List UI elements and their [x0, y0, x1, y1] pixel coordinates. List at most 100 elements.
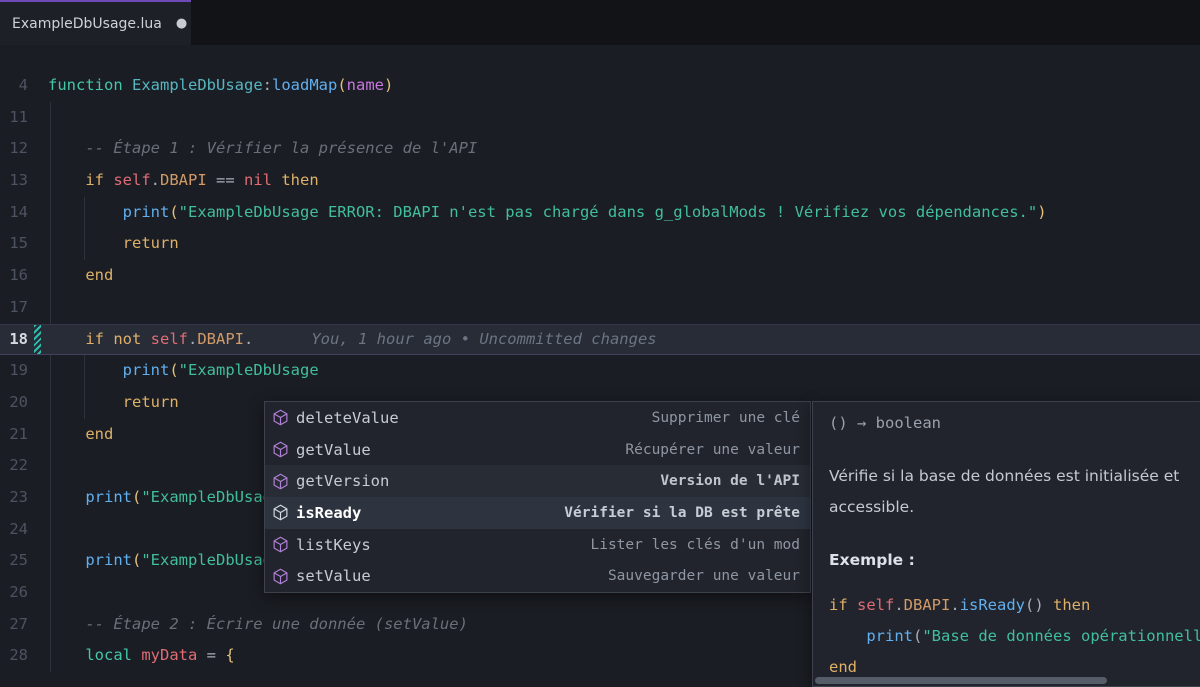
- indent-guide: [50, 482, 51, 514]
- suggestion-detail: Supprimer une clé: [652, 410, 800, 426]
- line-number[interactable]: 21: [0, 419, 28, 451]
- line-number[interactable]: 26: [0, 577, 28, 609]
- code-line-15[interactable]: 15 return: [0, 228, 1200, 260]
- code-line-16[interactable]: 16 end: [0, 260, 1200, 292]
- line-number[interactable]: 25: [0, 545, 28, 577]
- line-number[interactable]: 22: [0, 450, 28, 482]
- suggest-item-listKeys[interactable]: listKeysLister les clés d'un mod: [265, 529, 810, 561]
- suggestion-detail: Vérifier si la DB est prête: [564, 505, 800, 521]
- code-token: [48, 139, 85, 157]
- tab-bar: ExampleDbUsage.lua ●: [0, 0, 1200, 45]
- code-token: myData: [141, 646, 197, 664]
- line-number[interactable]: 16: [0, 260, 28, 292]
- code-token: nil: [244, 171, 272, 189]
- indent-guide: [50, 419, 51, 451]
- code-token: [48, 234, 123, 252]
- example-code-block: if self.DBAPI.isReady() then print("Base…: [829, 590, 1184, 683]
- suggest-item-getValue[interactable]: getValueRécupérer une valeur: [265, 434, 810, 466]
- description-line: Vérifie si la base de données est initia…: [829, 461, 1184, 492]
- suggest-item-deleteValue[interactable]: deleteValueSupprimer une clé: [265, 402, 810, 434]
- line-number[interactable]: 24: [0, 514, 28, 546]
- indent-guide: [50, 545, 51, 577]
- code-token: [829, 627, 866, 645]
- indent-guide: [84, 228, 85, 260]
- code-token: ==: [207, 171, 244, 189]
- code-token: (: [132, 551, 141, 569]
- modified-dot-icon[interactable]: ●: [176, 16, 187, 31]
- code-token: loadMap: [272, 76, 337, 94]
- code-token: "ExampleDbUsage ERROR: DBAPI n'est pas c…: [179, 203, 1038, 221]
- line-number[interactable]: 20: [0, 387, 28, 419]
- method-icon: [272, 473, 289, 490]
- indent-guide: [50, 102, 51, 134]
- code-token: not: [113, 330, 150, 348]
- code-token: if: [85, 330, 113, 348]
- code-token: (): [1025, 596, 1044, 614]
- suggest-item-setValue[interactable]: setValueSauvegarder une valeur: [265, 560, 810, 592]
- code-token: end: [85, 425, 113, 443]
- code-token: =: [197, 646, 225, 664]
- code-line-11[interactable]: 11: [0, 102, 1200, 134]
- line-number[interactable]: 19: [0, 355, 28, 387]
- code-line-19[interactable]: 19 print("ExampleDbUsage: [0, 355, 1200, 387]
- code-token: ): [1037, 203, 1046, 221]
- line-number[interactable]: 23: [0, 482, 28, 514]
- code-line-12[interactable]: 12 -- Étape 1 : Vérifier la présence de …: [0, 133, 1200, 165]
- suggest-item-isReady[interactable]: isReadyVérifier si la DB est prête: [265, 497, 810, 529]
- indent-guide: [50, 514, 51, 546]
- code-line-13[interactable]: 13 if self.DBAPI == nil then: [0, 165, 1200, 197]
- code-token: return: [123, 393, 179, 411]
- line-number[interactable]: 12: [0, 133, 28, 165]
- code-token: (: [169, 203, 178, 221]
- indent-guide: [50, 165, 51, 197]
- code-token: .: [151, 171, 160, 189]
- code-token: self: [113, 171, 150, 189]
- line-number[interactable]: 14: [0, 197, 28, 229]
- suggestion-detail: Lister les clés d'un mod: [590, 537, 800, 553]
- code-token: DBAPI: [160, 171, 207, 189]
- line-number[interactable]: 13: [0, 165, 28, 197]
- code-token: print: [866, 627, 913, 645]
- line-number[interactable]: 4: [0, 70, 28, 102]
- code-token: [48, 203, 123, 221]
- indent-guide: [50, 228, 51, 260]
- code-token: .: [244, 330, 253, 348]
- suggest-item-getVersion[interactable]: getVersionVersion de l'API: [265, 465, 810, 497]
- code-line-14[interactable]: 14 print("ExampleDbUsage ERROR: DBAPI n'…: [0, 197, 1200, 229]
- indent-guide: [84, 387, 85, 419]
- code-line-18[interactable]: 18 if not self.DBAPI.You, 1 hour ago • U…: [0, 324, 1200, 356]
- indent-guide: [84, 355, 85, 387]
- code-token: [48, 646, 85, 664]
- line-number[interactable]: 17: [0, 292, 28, 324]
- code-token: "ExampleDbUsage: [179, 361, 319, 379]
- line-number[interactable]: 11: [0, 102, 28, 134]
- autocomplete-popup: deleteValueSupprimer une clégetValueRécu…: [264, 401, 811, 593]
- tab-exampledbusage-lua[interactable]: ExampleDbUsage.lua ●: [0, 0, 191, 45]
- indent-guide: [50, 355, 51, 387]
- code-token: ExampleDbUsage: [132, 76, 263, 94]
- suggestion-detail: Sauvegarder une valeur: [608, 568, 800, 584]
- line-number[interactable]: 15: [0, 228, 28, 260]
- horizontal-scrollbar[interactable]: [815, 677, 1107, 684]
- code-line-17[interactable]: 17: [0, 292, 1200, 324]
- method-icon: [272, 409, 289, 426]
- code-token: [48, 488, 85, 506]
- code-token: print: [123, 203, 170, 221]
- code-token: [48, 361, 123, 379]
- code-editor[interactable]: 4function ExampleDbUsage:loadMap(name)11…: [0, 45, 1200, 675]
- indent-guide: [50, 577, 51, 609]
- line-number[interactable]: 27: [0, 609, 28, 641]
- code-token: DBAPI: [904, 596, 951, 614]
- code-line-4[interactable]: 4function ExampleDbUsage:loadMap(name): [0, 70, 1200, 102]
- code-token: :: [263, 76, 272, 94]
- method-signature: () → boolean: [829, 412, 1184, 434]
- indent-guide: [50, 260, 51, 292]
- inline-blame: You, 1 hour ago • Uncommitted changes: [311, 330, 656, 348]
- line-number[interactable]: 18: [0, 324, 28, 356]
- code-token: {: [225, 646, 234, 664]
- code-token: [48, 266, 85, 284]
- line-number[interactable]: 28: [0, 640, 28, 672]
- code-token: -- Étape 1 : Vérifier la présence de l'A…: [85, 139, 477, 157]
- code-token: end: [829, 658, 857, 676]
- code-token: if: [829, 596, 857, 614]
